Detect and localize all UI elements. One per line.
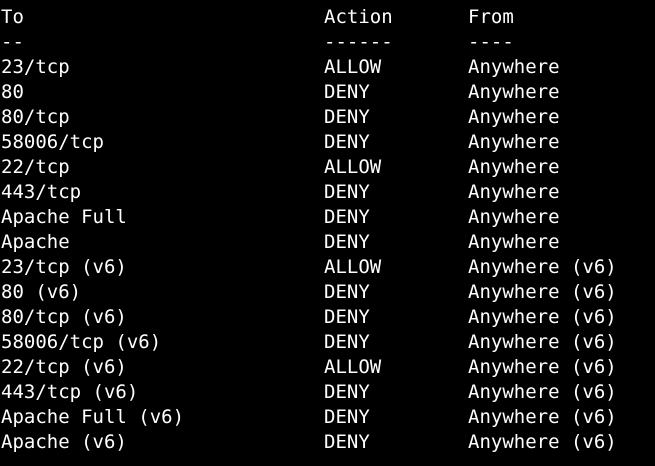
rule-action: ALLOW: [324, 356, 382, 378]
rule-from: Anywhere (v6): [468, 306, 617, 328]
separator-row: -- ------ ----: [0, 30, 655, 55]
rule-to: 22/tcp (v6): [1, 356, 127, 378]
rule-row: 80/tcp (v6) DENY Anywhere (v6): [0, 305, 655, 330]
rule-row: 23/tcp (v6) ALLOW Anywhere (v6): [0, 255, 655, 280]
separator-action: ------: [324, 31, 393, 53]
rule-row: 80/tcp DENY Anywhere: [0, 105, 655, 130]
rule-to: Apache: [1, 231, 70, 253]
header-from: From: [468, 6, 514, 28]
header-action: Action: [324, 6, 393, 28]
rule-from: Anywhere: [468, 231, 560, 253]
rule-from: Anywhere: [468, 81, 560, 103]
rules-list: 23/tcp ALLOW Anywhere 80 DENY Anywhere 80/tcp D…: [0, 55, 655, 455]
separator-from: ----: [468, 31, 514, 53]
rule-row: 80 (v6) DENY Anywhere (v6): [0, 280, 655, 305]
rule-row: 80 DENY Anywhere: [0, 80, 655, 105]
rule-action: DENY: [324, 131, 370, 153]
rule-row: 22/tcp ALLOW Anywhere: [0, 155, 655, 180]
rule-row: 443/tcp DENY Anywhere: [0, 180, 655, 205]
rule-row: Apache Full DENY Anywhere: [0, 205, 655, 230]
rule-row: 58006/tcp DENY Anywhere: [0, 130, 655, 155]
rule-from: Anywhere (v6): [468, 281, 617, 303]
rule-from: Anywhere (v6): [468, 356, 617, 378]
header-to: To: [1, 6, 24, 28]
rule-row: Apache (v6) DENY Anywhere (v6): [0, 430, 655, 455]
rule-to: 443/tcp (v6): [1, 381, 139, 403]
rule-from: Anywhere: [468, 206, 560, 228]
terminal-output: To Action From -- ------ ---- 23/tcp ALLO…: [0, 0, 655, 466]
rule-row: 58006/tcp (v6) DENY Anywhere (v6): [0, 330, 655, 355]
rule-from: Anywhere (v6): [468, 256, 617, 278]
rule-from: Anywhere (v6): [468, 331, 617, 353]
rule-from: Anywhere: [468, 131, 560, 153]
rule-from: Anywhere: [468, 106, 560, 128]
rule-action: DENY: [324, 406, 370, 428]
rule-from: Anywhere: [468, 56, 560, 78]
rule-to: 23/tcp: [1, 56, 70, 78]
rule-from: Anywhere: [468, 156, 560, 178]
rule-row: Apache DENY Anywhere: [0, 230, 655, 255]
header-row: To Action From: [0, 5, 655, 30]
rule-action: DENY: [324, 331, 370, 353]
rule-action: DENY: [324, 281, 370, 303]
rule-to: Apache Full: [1, 206, 127, 228]
rule-from: Anywhere (v6): [468, 406, 617, 428]
rule-action: DENY: [324, 381, 370, 403]
rule-row: 22/tcp (v6) ALLOW Anywhere (v6): [0, 355, 655, 380]
rule-to: 80/tcp (v6): [1, 306, 127, 328]
rule-to: Apache (v6): [1, 431, 127, 453]
separator-to: --: [1, 31, 24, 53]
rule-to: Apache Full (v6): [1, 406, 185, 428]
rule-to: 443/tcp: [1, 181, 82, 203]
rule-row: 23/tcp ALLOW Anywhere: [0, 55, 655, 80]
rule-action: DENY: [324, 206, 370, 228]
rule-from: Anywhere (v6): [468, 431, 617, 453]
rule-row: Apache Full (v6) DENY Anywhere (v6): [0, 405, 655, 430]
rule-action: DENY: [324, 106, 370, 128]
rule-action: ALLOW: [324, 256, 382, 278]
rule-to: 80: [1, 81, 24, 103]
rule-action: DENY: [324, 81, 370, 103]
rule-from: Anywhere: [468, 181, 560, 203]
rule-to: 80 (v6): [1, 281, 82, 303]
rule-from: Anywhere (v6): [468, 381, 617, 403]
rule-to: 23/tcp (v6): [1, 256, 127, 278]
rule-to: 58006/tcp: [1, 131, 104, 153]
rule-to: 58006/tcp (v6): [1, 331, 162, 353]
rule-to: 80/tcp: [1, 106, 70, 128]
rule-action: DENY: [324, 431, 370, 453]
rule-action: DENY: [324, 231, 370, 253]
rule-action: DENY: [324, 306, 370, 328]
rule-row: 443/tcp (v6) DENY Anywhere (v6): [0, 380, 655, 405]
rule-to: 22/tcp: [1, 156, 70, 178]
rule-action: ALLOW: [324, 56, 382, 78]
rule-action: ALLOW: [324, 156, 382, 178]
rule-action: DENY: [324, 181, 370, 203]
